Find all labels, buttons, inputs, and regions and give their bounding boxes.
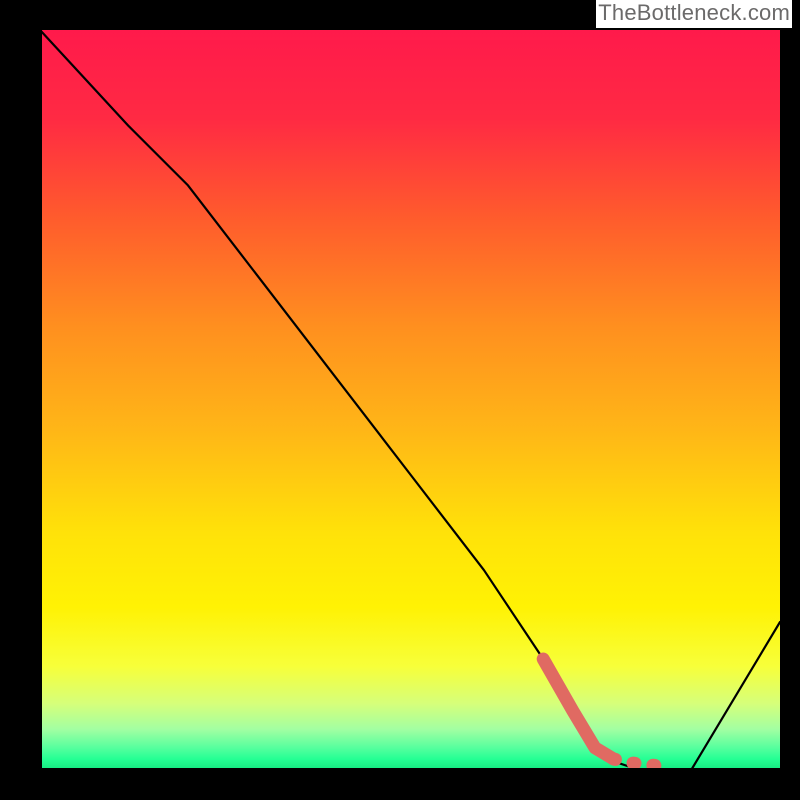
watermark-text: TheBottleneck.com bbox=[596, 0, 792, 28]
chart-frame: TheBottleneck.com bbox=[0, 0, 800, 800]
gradient-background bbox=[40, 30, 780, 770]
bottleneck-chart bbox=[0, 0, 800, 800]
